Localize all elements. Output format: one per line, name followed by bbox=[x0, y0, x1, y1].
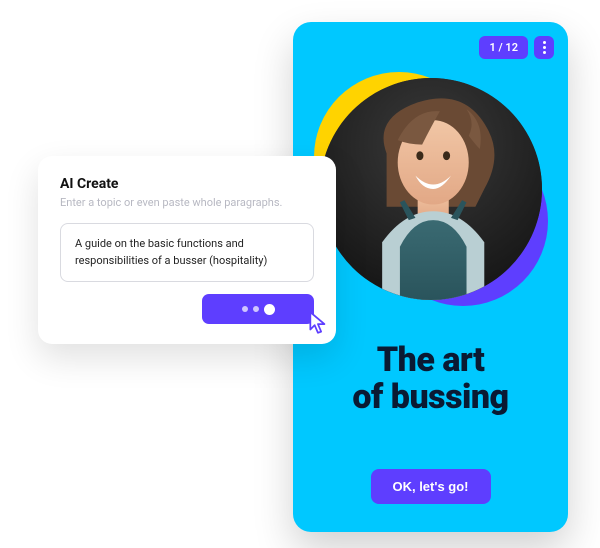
page-indicator: 1 / 12 bbox=[479, 36, 528, 59]
ai-create-card: AI Create Enter a topic or even paste wh… bbox=[38, 156, 336, 344]
loading-dot-icon bbox=[264, 304, 275, 315]
lesson-title-line2: of bussing bbox=[352, 377, 508, 417]
loading-dot-icon bbox=[253, 306, 259, 312]
generate-button[interactable] bbox=[202, 294, 314, 324]
hero-photo bbox=[320, 78, 542, 300]
start-lesson-button[interactable]: OK, let's go! bbox=[370, 469, 490, 504]
ai-create-hint: Enter a topic or even paste whole paragr… bbox=[60, 196, 314, 209]
lesson-hero-image bbox=[320, 78, 542, 300]
kebab-menu-button[interactable] bbox=[534, 36, 554, 59]
cursor-pointer-icon bbox=[306, 310, 332, 336]
lesson-title-line1: The art bbox=[377, 340, 485, 380]
ai-create-heading: AI Create bbox=[60, 176, 314, 192]
ai-create-actions bbox=[60, 294, 314, 324]
loading-dot-icon bbox=[242, 306, 248, 312]
lesson-topbar: 1 / 12 bbox=[479, 36, 554, 59]
topic-input[interactable]: A guide on the basic functions and respo… bbox=[60, 223, 314, 282]
lesson-title: The art of bussing bbox=[293, 342, 568, 415]
